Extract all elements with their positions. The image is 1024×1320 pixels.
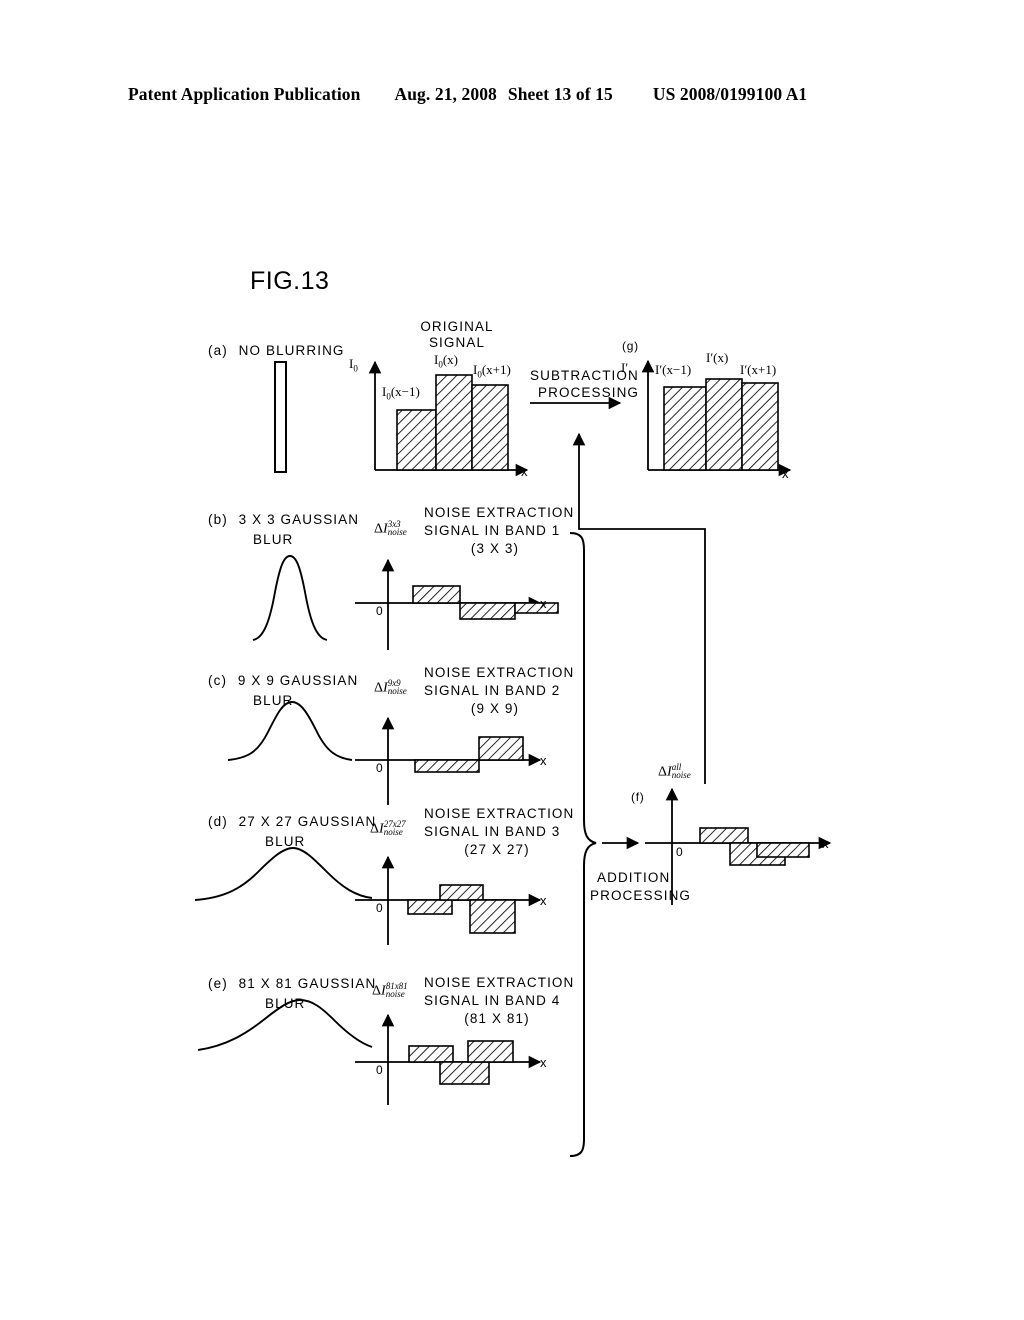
bar-b-1 xyxy=(412,585,461,604)
zero-label-f: 0 xyxy=(676,845,684,859)
row-e-label-line1: 81 X 81 GAUSSIAN xyxy=(238,976,377,991)
bar-label-a-3: I0(x+1) xyxy=(473,362,511,380)
bar-g-1 xyxy=(663,386,707,471)
bar-e-2 xyxy=(439,1061,490,1085)
collecting-brace xyxy=(569,532,597,1157)
gaussian-curve-d xyxy=(194,847,373,901)
delta-d-sub: noise xyxy=(383,827,403,837)
bar-d-2 xyxy=(439,884,484,901)
addition-processing-line2: PROCESSING xyxy=(590,888,692,903)
addition-processing-line1: ADDITION xyxy=(597,870,671,885)
subtraction-processing-line2: PROCESSING xyxy=(538,385,640,400)
row-c-title-line2: SIGNAL IN BAND 2 xyxy=(424,683,561,698)
bar-e-3 xyxy=(467,1040,514,1063)
row-b-title-line1: NOISE EXTRACTION xyxy=(424,505,575,520)
row-d-title-line3: (27 X 27) xyxy=(464,842,530,857)
row-b-tag-and-label: (b) 3 X 3 GAUSSIAN xyxy=(208,511,359,528)
row-d-label-line1: 27 X 27 GAUSSIAN xyxy=(238,814,377,829)
gaussian-curve-c xyxy=(227,701,353,761)
delta-f-sub: noise xyxy=(671,770,691,780)
axis-label-x-b: x xyxy=(540,596,547,611)
axis-label-x-f: x xyxy=(822,836,829,851)
zero-label-d: 0 xyxy=(376,901,384,915)
row-d-tag-and-label: (d) 27 X 27 GAUSSIAN xyxy=(208,813,376,830)
bar-label-a-1: I0(x−1) xyxy=(382,384,420,402)
row-c-tag: (c) xyxy=(208,673,228,688)
row-e-tag: (e) xyxy=(208,976,228,991)
delta-label-b: ΔI 3x3 noise xyxy=(374,519,407,537)
row-c-label-line2: BLUR xyxy=(253,693,294,708)
row-e-title-line3: (81 X 81) xyxy=(464,1011,530,1026)
row-b-title-line3: (3 X 3) xyxy=(470,541,520,556)
bar-e-1 xyxy=(408,1045,454,1063)
row-b-label-line2: BLUR xyxy=(253,532,294,547)
bar-a-3 xyxy=(471,384,509,471)
bar-d-1 xyxy=(407,899,453,915)
bar-label-g-2: I′(x) xyxy=(706,350,729,365)
figure-13-drawing: up --> left --> up into subtraction ----… xyxy=(194,359,832,1157)
row-e-label-line2: BLUR xyxy=(265,996,306,1011)
bar-b-2 xyxy=(459,602,516,620)
delta-label-e: ΔI 81x81 noise xyxy=(372,981,408,999)
delta-label-c: ΔI 9x9 noise xyxy=(374,678,407,696)
delta-label-d: ΔI 27x27 noise xyxy=(370,819,406,837)
row-a-tag: (a) xyxy=(208,343,228,358)
delta-label-f: ΔI all noise xyxy=(658,762,691,780)
zero-label-b: 0 xyxy=(376,604,384,618)
row-e-title-line2: SIGNAL IN BAND 4 xyxy=(424,993,561,1008)
bar-label-a-2: I0(x) xyxy=(434,352,459,370)
row-a-tag-and-label: (a) NO BLURRING xyxy=(208,342,345,359)
bar-a-1 xyxy=(396,409,437,471)
axis-label-x-c: x xyxy=(540,753,547,768)
axis-label-y-g: I′ xyxy=(621,360,629,375)
zero-label-e: 0 xyxy=(376,1063,384,1077)
bar-c-2 xyxy=(478,736,524,761)
axis-label-x-g: x xyxy=(782,466,789,481)
row-e-title-line1: NOISE EXTRACTION xyxy=(424,975,575,990)
axis-label-x-e: x xyxy=(540,1055,547,1070)
row-e-tag-and-label: (e) 81 X 81 GAUSSIAN xyxy=(208,975,376,992)
row-c-label-line1: 9 X 9 GAUSSIAN xyxy=(237,673,359,688)
feedback-path xyxy=(572,432,706,784)
bar-a-2 xyxy=(435,374,473,471)
axis-label-x-a: x xyxy=(521,464,528,479)
bar-label-g-3: I′(x+1) xyxy=(740,362,777,377)
bar-f-3 xyxy=(756,842,810,858)
bar-b-3 xyxy=(514,602,559,614)
row-c-tag-and-label: (c) 9 X 9 GAUSSIAN xyxy=(208,672,358,689)
row-b-title-line2: SIGNAL IN BAND 1 xyxy=(424,523,561,538)
bar-g-2 xyxy=(705,378,743,471)
original-signal-title-line1: ORIGINAL xyxy=(420,319,494,334)
row-d-title-line2: SIGNAL IN BAND 3 xyxy=(424,824,561,839)
bar-label-g-1: I′(x−1) xyxy=(655,362,692,377)
bar-d-3 xyxy=(469,899,516,934)
row-d-tag: (d) xyxy=(208,814,228,829)
bar-c-1 xyxy=(414,759,480,773)
row-d-title-line1: NOISE EXTRACTION xyxy=(424,806,575,821)
axis-label-y-a: I0 xyxy=(349,356,358,374)
row-b-label-line1: 3 X 3 GAUSSIAN xyxy=(238,512,360,527)
row-b-tag: (b) xyxy=(208,512,228,527)
zero-label-c: 0 xyxy=(376,761,384,775)
bar-f-1 xyxy=(699,827,749,844)
bar-g-3 xyxy=(741,382,779,471)
row-g-tag: (g) xyxy=(622,339,639,353)
gaussian-curve-b xyxy=(252,555,328,641)
delta-e-sub: noise xyxy=(385,989,405,999)
row-c-title-line1: NOISE EXTRACTION xyxy=(424,665,575,680)
axis-label-x-d: x xyxy=(540,893,547,908)
delta-b-sub: noise xyxy=(387,527,407,537)
original-signal-title-line2: SIGNAL xyxy=(428,335,486,350)
row-c-title-line3: (9 X 9) xyxy=(470,701,520,716)
impulse-bar-a xyxy=(274,361,287,473)
row-f-tag: (f) xyxy=(631,790,645,804)
delta-c-sub: noise xyxy=(387,686,407,696)
row-a-label: NO BLURRING xyxy=(238,343,345,358)
row-d-label-line2: BLUR xyxy=(265,834,306,849)
